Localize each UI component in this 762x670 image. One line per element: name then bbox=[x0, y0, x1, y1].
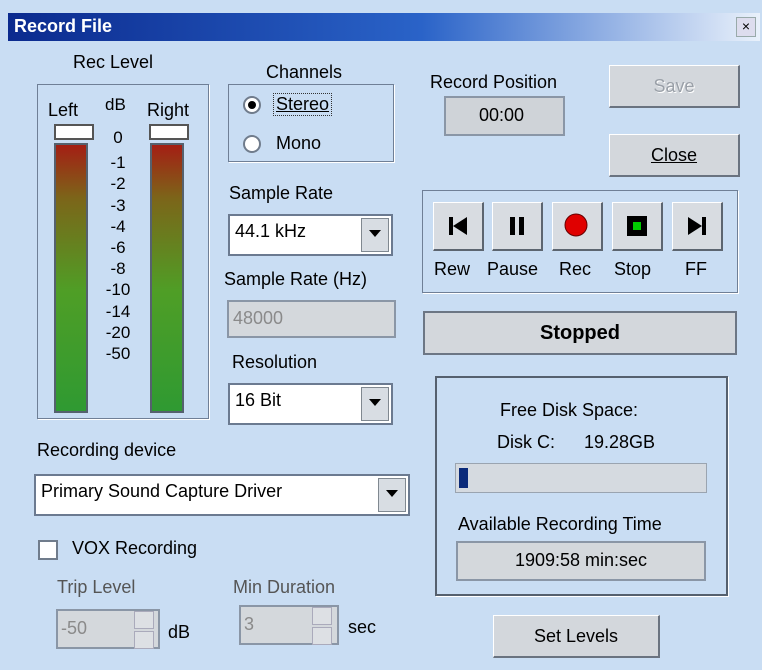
chevron-down-icon[interactable] bbox=[361, 387, 389, 421]
db-tick: -2 bbox=[110, 174, 126, 194]
db-tick: -8 bbox=[110, 259, 126, 279]
right-clip-indicator bbox=[149, 124, 189, 140]
stop-icon bbox=[627, 216, 647, 236]
left-level-meter bbox=[54, 143, 88, 413]
fast-forward-button[interactable] bbox=[672, 202, 723, 251]
left-clip-indicator bbox=[54, 124, 94, 140]
min-duration-unit: sec bbox=[348, 617, 377, 637]
right-label: Right bbox=[147, 100, 190, 120]
rew-label: Rew bbox=[434, 259, 471, 279]
window-title: Record File bbox=[14, 16, 113, 36]
ff-label: FF bbox=[685, 259, 707, 279]
resolution-select[interactable]: 16 Bit bbox=[228, 383, 393, 425]
disk-value: 19.28GB bbox=[584, 432, 656, 452]
db-tick: -6 bbox=[110, 238, 126, 258]
close-button[interactable]: Close bbox=[609, 134, 740, 177]
set-levels-button[interactable]: Set Levels bbox=[493, 615, 660, 658]
recording-device-label: Recording device bbox=[37, 440, 177, 460]
disk-label: Disk C: bbox=[497, 432, 555, 452]
spin-down-icon bbox=[312, 627, 332, 645]
db-scale: 0 -1 -2 -3 -4 -6 -8 -10 -14 -20 -50 bbox=[103, 127, 133, 364]
rewind-icon bbox=[449, 217, 467, 235]
left-label: Left bbox=[48, 100, 79, 120]
vox-label[interactable]: VOX Recording bbox=[72, 538, 197, 559]
rec-label: Rec bbox=[559, 259, 592, 279]
record-icon bbox=[564, 213, 588, 237]
recording-device-select[interactable]: Primary Sound Capture Driver bbox=[34, 474, 410, 516]
save-button[interactable]: Save bbox=[609, 65, 740, 108]
spin-up-icon bbox=[134, 611, 154, 629]
recording-device-value: Primary Sound Capture Driver bbox=[41, 481, 283, 501]
status-display: Stopped bbox=[423, 311, 737, 355]
mono-radio[interactable] bbox=[243, 135, 261, 153]
db-tick: -1 bbox=[110, 153, 126, 173]
trip-level-spinner bbox=[134, 611, 154, 649]
chevron-down-icon[interactable] bbox=[361, 218, 389, 252]
disk-usage-bar bbox=[455, 463, 707, 493]
min-duration-value: 3 bbox=[244, 614, 255, 634]
sample-rate-hz-field: 48000 bbox=[227, 300, 396, 338]
db-tick: -20 bbox=[105, 322, 131, 342]
db-tick: -4 bbox=[110, 216, 126, 236]
pause-label: Pause bbox=[487, 259, 539, 279]
sample-rate-hz-label: Sample Rate (Hz) bbox=[224, 269, 368, 289]
available-recording-time-label: Available Recording Time bbox=[458, 514, 662, 534]
stereo-label[interactable]: Stereo bbox=[273, 93, 333, 116]
resolution-value: 16 Bit bbox=[235, 390, 282, 410]
db-tick: -3 bbox=[110, 195, 126, 215]
record-position-label: Record Position bbox=[430, 72, 558, 92]
record-button[interactable] bbox=[552, 202, 603, 251]
trip-level-label: Trip Level bbox=[57, 577, 136, 597]
mono-label[interactable]: Mono bbox=[276, 133, 321, 154]
channels-title: Channels bbox=[266, 62, 343, 82]
stereo-radio[interactable] bbox=[243, 96, 261, 114]
db-label: dB bbox=[105, 95, 126, 114]
pause-button[interactable] bbox=[492, 202, 543, 251]
record-file-dialog: Record File × Rec Level Left dB Right 0 … bbox=[0, 0, 762, 670]
record-position-field: 00:00 bbox=[444, 96, 565, 136]
rewind-button[interactable] bbox=[433, 202, 484, 251]
spin-up-icon bbox=[312, 607, 332, 625]
db-tick: 0 bbox=[113, 128, 123, 147]
db-tick: -50 bbox=[105, 344, 131, 364]
sample-rate-select[interactable]: 44.1 kHz bbox=[228, 214, 393, 256]
min-duration-label: Min Duration bbox=[233, 577, 336, 597]
record-position-value: 00:00 bbox=[479, 105, 525, 125]
available-recording-time-value: 1909:58 min:sec bbox=[514, 550, 648, 570]
available-recording-time-field: 1909:58 min:sec bbox=[456, 541, 706, 581]
trip-level-value: -50 bbox=[61, 618, 88, 638]
right-level-meter bbox=[150, 143, 184, 413]
trip-level-unit: dB bbox=[168, 622, 191, 642]
sample-rate-label: Sample Rate bbox=[229, 183, 334, 203]
min-duration-spinner bbox=[312, 607, 332, 645]
spin-down-icon bbox=[134, 631, 154, 649]
db-tick: -14 bbox=[105, 301, 131, 321]
fast-forward-icon bbox=[688, 217, 706, 235]
pause-icon bbox=[510, 217, 524, 235]
close-window-button[interactable]: × bbox=[736, 17, 756, 37]
resolution-label: Resolution bbox=[232, 352, 318, 372]
free-disk-space-title: Free Disk Space: bbox=[500, 400, 639, 420]
db-tick: -10 bbox=[105, 280, 131, 300]
rec-level-title: Rec Level bbox=[73, 52, 154, 72]
vox-checkbox[interactable] bbox=[38, 540, 58, 560]
sample-rate-hz-value: 48000 bbox=[233, 308, 284, 328]
title-bar: Record File × bbox=[8, 13, 760, 41]
chevron-down-icon[interactable] bbox=[378, 478, 406, 512]
stop-button[interactable] bbox=[612, 202, 663, 251]
stop-label: Stop bbox=[614, 259, 652, 279]
disk-usage-segment bbox=[459, 468, 468, 488]
sample-rate-value: 44.1 kHz bbox=[235, 221, 307, 241]
